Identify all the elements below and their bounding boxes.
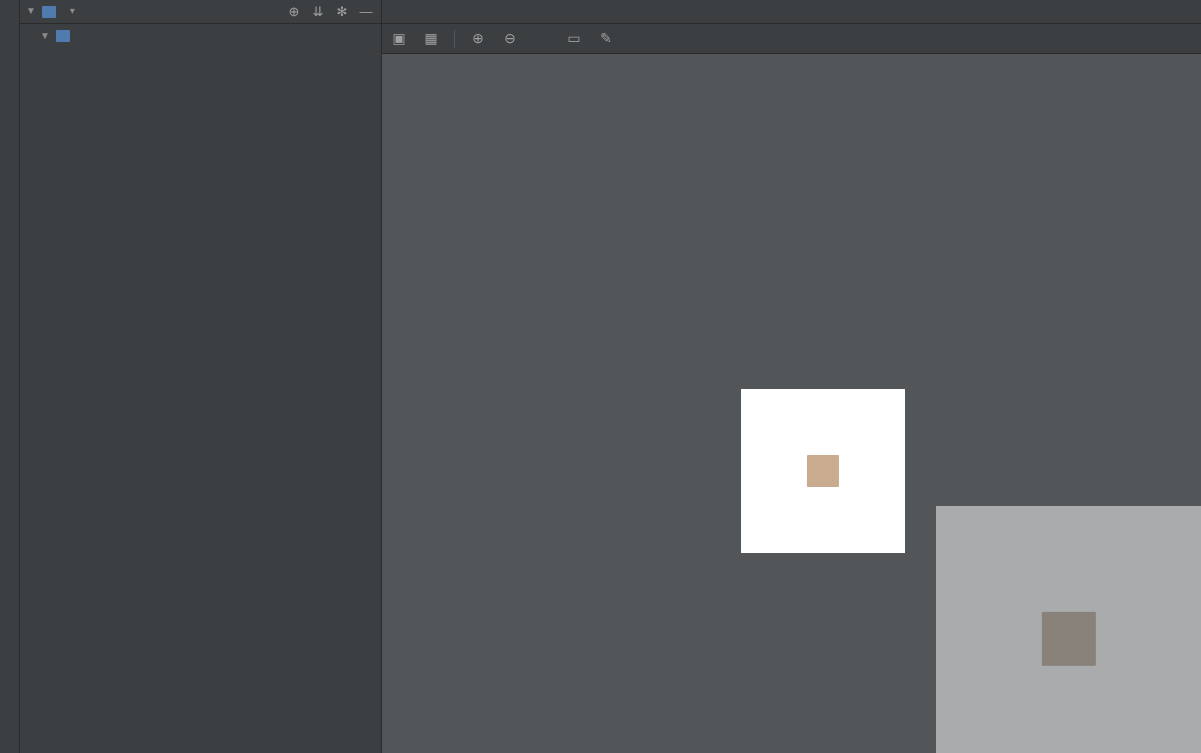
zoom-in-icon[interactable]: ⊕	[469, 30, 487, 47]
qr-image-preview	[741, 389, 905, 553]
gear-icon[interactable]: ✻	[333, 4, 351, 20]
zoom-out-icon[interactable]: ⊖	[501, 30, 519, 47]
chevron-down-icon[interactable]: ▼	[26, 6, 36, 17]
collapse-icon[interactable]: ⇊	[309, 4, 327, 20]
grid-icon[interactable]: ▦	[422, 30, 440, 47]
minimize-icon[interactable]: —	[357, 4, 375, 19]
project-tool-header: ▼ ▾ ⊕ ⇊ ✻ —	[20, 0, 382, 23]
image-canvas[interactable]	[382, 54, 1201, 753]
breadcrumb[interactable]: ▼	[20, 24, 381, 48]
project-icon	[42, 6, 56, 18]
project-tree[interactable]	[20, 48, 381, 753]
left-tool-rail	[0, 0, 20, 753]
color-picker-icon[interactable]: ✎	[597, 30, 615, 47]
fit-icon[interactable]: ▣	[390, 30, 408, 47]
module-icon	[56, 30, 70, 42]
qr-center-photo	[805, 453, 841, 489]
qr-center-photo	[1039, 609, 1097, 667]
chevron-down-icon[interactable]: ▾	[70, 6, 75, 17]
image-toolbar: ▣ ▦ ⊕ ⊖ ▭ ✎	[382, 24, 1201, 54]
editor-area: ▣ ▦ ⊕ ⊖ ▭ ✎	[382, 24, 1201, 753]
bounds-icon[interactable]: ▭	[565, 30, 583, 47]
locate-icon[interactable]: ⊕	[285, 4, 303, 20]
project-sidebar: ▼	[20, 24, 382, 753]
top-bar: ▼ ▾ ⊕ ⇊ ✻ —	[20, 0, 1201, 24]
qr-image-watermark	[936, 506, 1201, 753]
editor-tabs	[382, 0, 1201, 23]
